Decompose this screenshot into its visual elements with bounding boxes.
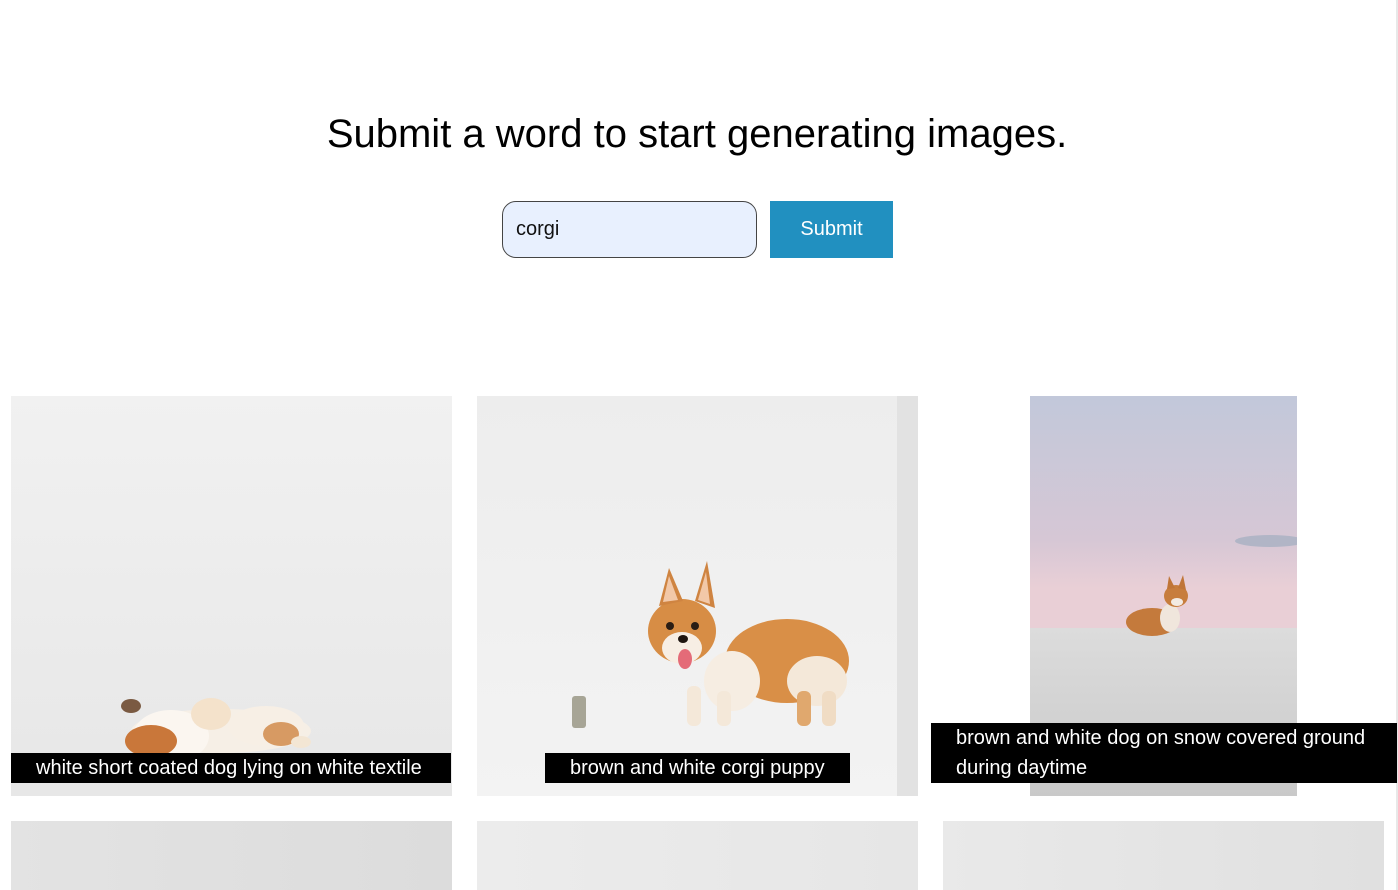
result-image[interactable] bbox=[477, 821, 918, 890]
search-input[interactable] bbox=[502, 201, 757, 258]
result-image[interactable] bbox=[943, 821, 1384, 890]
corgi-lying-photo bbox=[11, 396, 452, 796]
corgi-puppy-photo bbox=[477, 396, 918, 796]
search-form: Submit bbox=[502, 201, 893, 258]
result-image[interactable] bbox=[11, 396, 452, 796]
submit-button[interactable]: Submit bbox=[770, 201, 893, 258]
image-caption: brown and white corgi puppy bbox=[545, 753, 850, 783]
result-card[interactable]: brown and white corgi puppy bbox=[477, 396, 918, 796]
image-caption: brown and white dog on snow covered grou… bbox=[931, 723, 1397, 783]
image-caption: white short coated dog lying on white te… bbox=[11, 753, 451, 783]
result-image[interactable] bbox=[11, 821, 452, 890]
result-card[interactable]: brown and white dog on snow covered grou… bbox=[930, 396, 1397, 796]
result-card[interactable] bbox=[11, 821, 452, 890]
result-image[interactable] bbox=[477, 396, 918, 796]
result-card[interactable] bbox=[943, 821, 1384, 890]
result-card[interactable]: white short coated dog lying on white te… bbox=[11, 396, 452, 796]
result-card[interactable] bbox=[477, 821, 918, 890]
page-title: Submit a word to start generating images… bbox=[326, 112, 1068, 156]
